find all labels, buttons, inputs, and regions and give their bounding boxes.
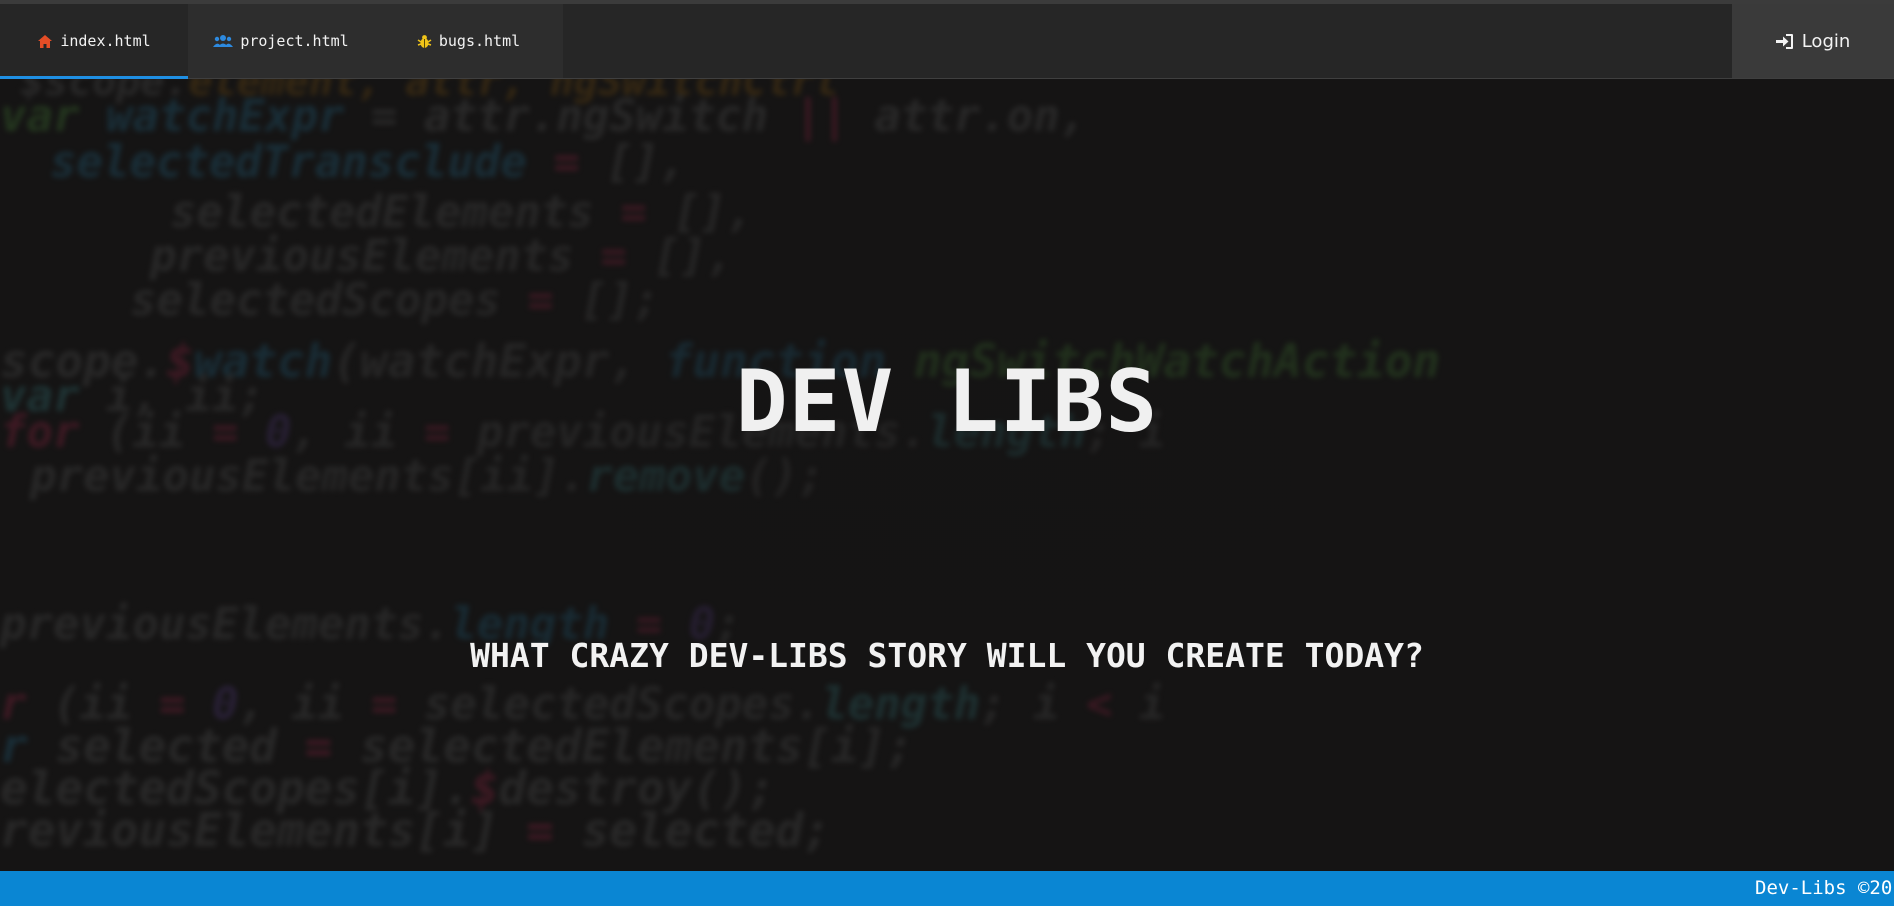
home-icon [37,34,53,49]
tab-bugs[interactable]: bugs.html [374,4,563,78]
users-icon [213,34,234,48]
hero-subtitle: WHAT CRAZY DEV-LIBS STORY WILL YOU CREAT… [470,636,1424,675]
hero-section: $scope.element, attr, ngSwitchCtrl var w… [0,79,1894,871]
tab-index[interactable]: index.html [0,4,188,79]
login-label: Login [1801,30,1851,52]
tab-project-label: project.html [240,32,349,50]
page: index.html project.html bugs.html Login … [0,0,1894,906]
footer: Dev-Libs ©2017 [0,871,1894,906]
login-button[interactable]: Login [1732,4,1894,78]
bug-icon [417,34,432,49]
top-navbar: index.html project.html bugs.html Login [0,0,1894,79]
tab-index-label: index.html [60,32,151,50]
tab-project[interactable]: project.html [188,4,374,78]
sign-in-icon [1775,33,1794,50]
footer-copyright: Dev-Libs ©2017 [1755,877,1894,899]
tab-bugs-label: bugs.html [438,32,521,50]
hero-title: DEV LIBS [735,352,1159,452]
